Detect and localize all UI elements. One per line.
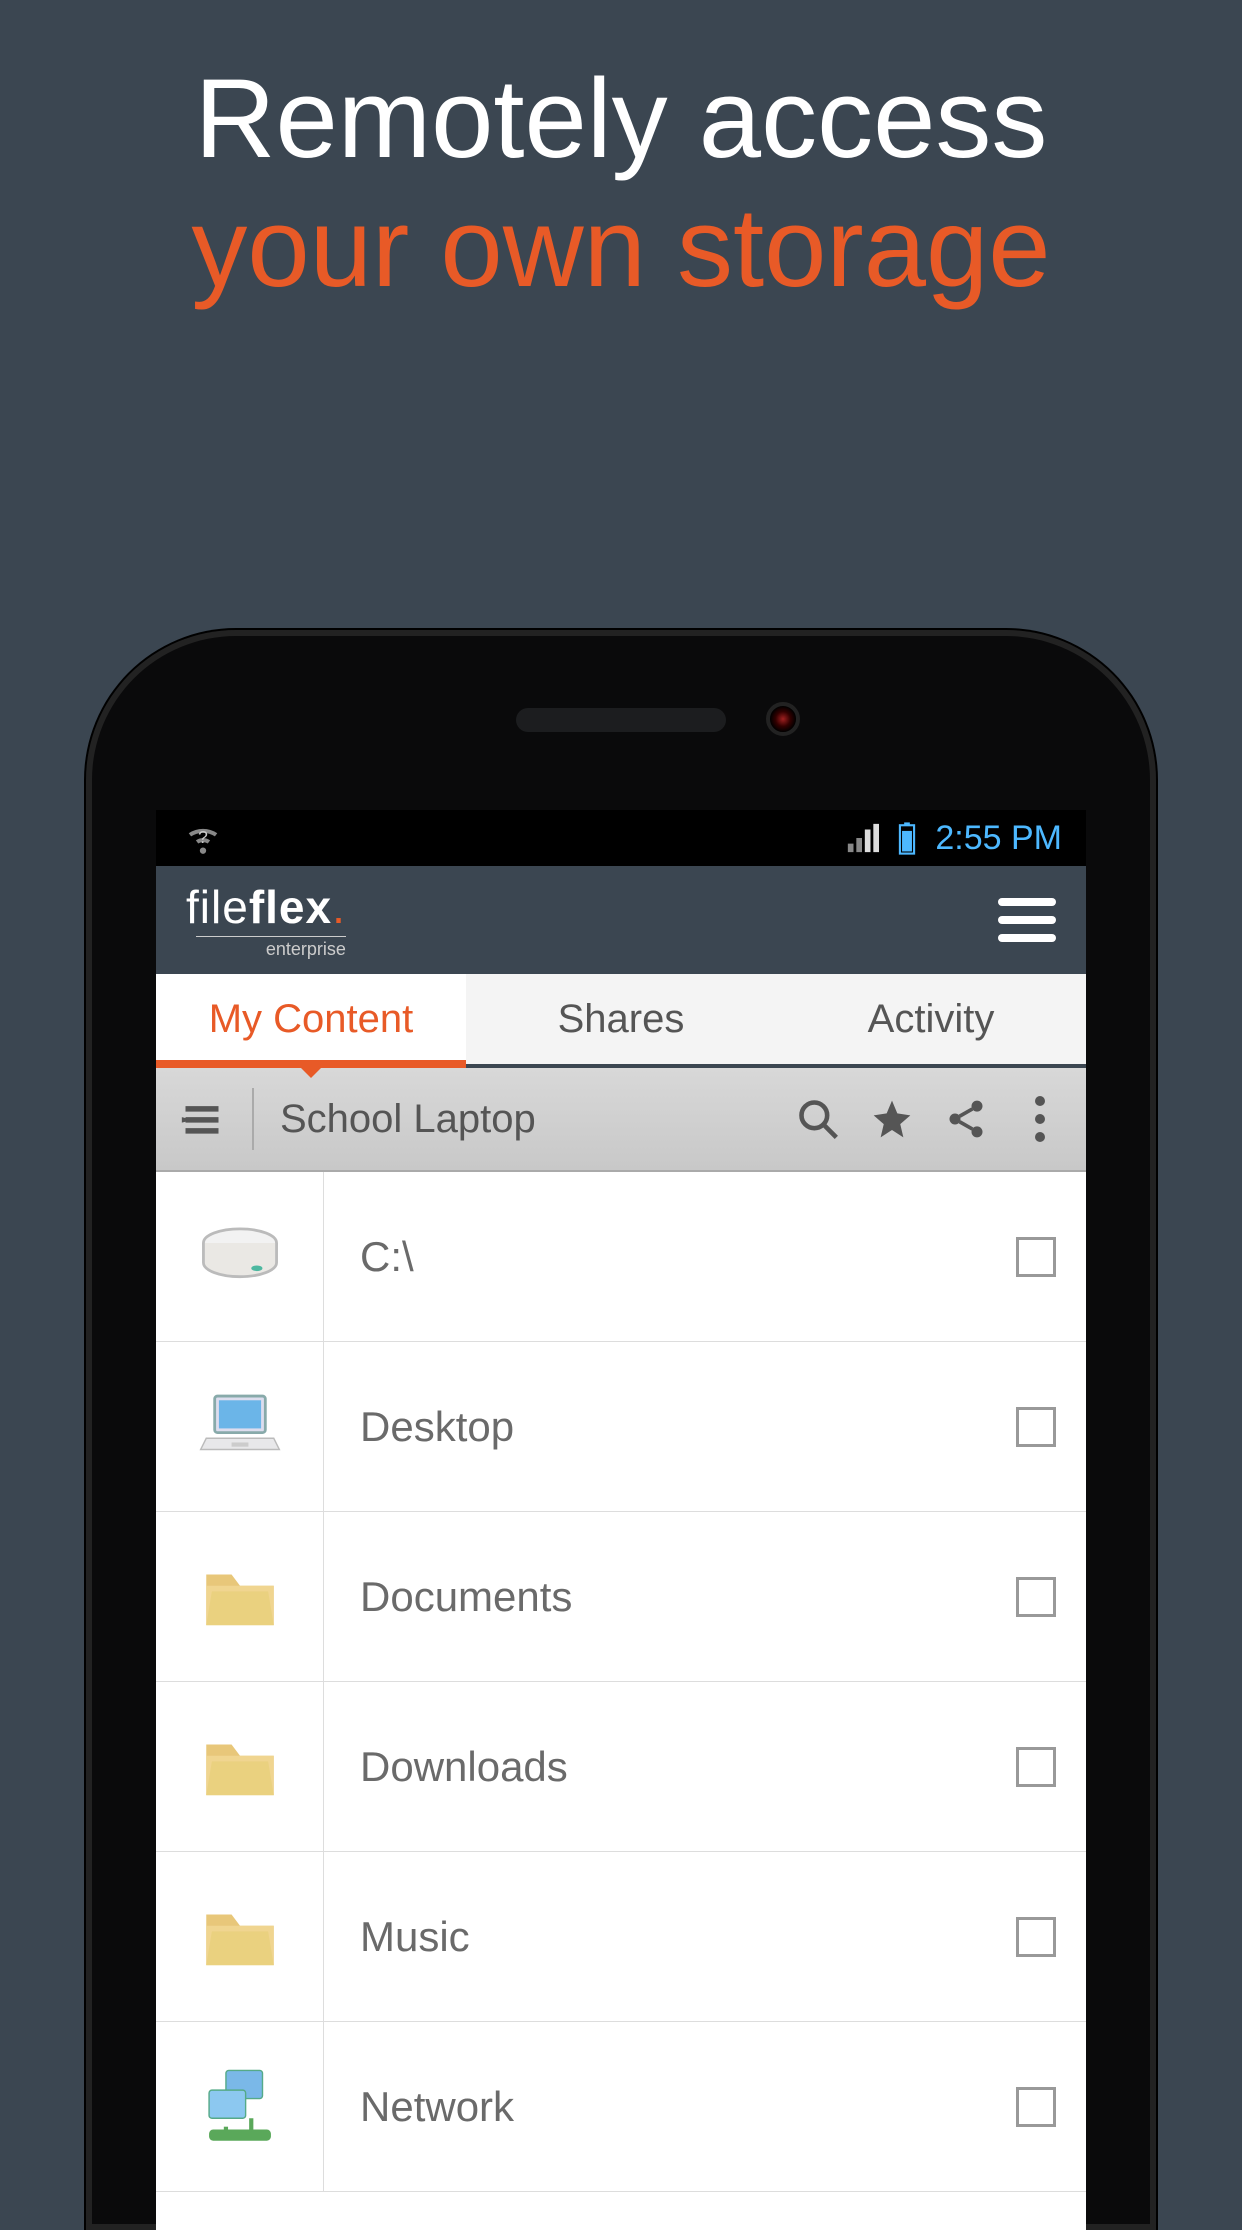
toolbar-divider (252, 1088, 254, 1150)
drive-icon (156, 1172, 324, 1341)
list-item[interactable]: Documents (156, 1512, 1086, 1682)
folder-icon (156, 1512, 324, 1681)
folder-icon (156, 1682, 324, 1851)
marketing-headline: Remotely access your own storage (0, 0, 1242, 313)
laptop-icon (156, 1342, 324, 1511)
breadcrumb-title[interactable]: School Laptop (280, 1097, 768, 1142)
list-item[interactable]: Network (156, 2022, 1086, 2192)
item-checkbox[interactable] (1016, 1917, 1056, 1957)
item-name: Music (324, 1913, 986, 1961)
search-icon[interactable] (794, 1095, 842, 1143)
list-item[interactable]: C:\ (156, 1172, 1086, 1342)
tab-bar: My Content Shares Activity (156, 974, 1086, 1068)
signal-icon (845, 821, 879, 855)
item-checkbox[interactable] (1016, 1407, 1056, 1447)
logo-subtitle: enterprise (196, 936, 346, 960)
toolbar: School Laptop (156, 1068, 1086, 1172)
headline-line2: your own storage (0, 184, 1242, 313)
status-clock: 2:55 PM (935, 819, 1062, 858)
tab-label: Shares (558, 997, 685, 1042)
svg-text:?: ? (198, 827, 208, 847)
headline-line1: Remotely access (0, 55, 1242, 184)
menu-icon[interactable] (998, 898, 1056, 942)
battery-icon (897, 821, 917, 855)
phone-earpiece (516, 708, 726, 732)
phone-frame: ? 2:55 PM fileflex. enterprise My Conten… (86, 630, 1156, 2230)
item-name: C:\ (324, 1233, 986, 1281)
tab-label: Activity (868, 997, 995, 1042)
tab-label: My Content (209, 997, 414, 1042)
item-checkbox[interactable] (1016, 2087, 1056, 2127)
more-icon[interactable] (1016, 1095, 1064, 1143)
item-checkbox[interactable] (1016, 1237, 1056, 1277)
share-icon[interactable] (942, 1095, 990, 1143)
folder-icon (156, 1852, 324, 2021)
item-name: Downloads (324, 1743, 986, 1791)
item-name: Documents (324, 1573, 986, 1621)
list-item[interactable]: Music (156, 1852, 1086, 2022)
item-name: Desktop (324, 1403, 986, 1451)
tab-my-content[interactable]: My Content (156, 974, 466, 1064)
item-name: Network (324, 2083, 986, 2131)
logo-text: fileflex. (186, 880, 346, 934)
list-item[interactable]: Desktop (156, 1342, 1086, 1512)
phone-camera (766, 702, 800, 736)
tab-activity[interactable]: Activity (776, 974, 1086, 1064)
app-header: fileflex. enterprise (156, 866, 1086, 974)
item-checkbox[interactable] (1016, 1747, 1056, 1787)
phone-screen: ? 2:55 PM fileflex. enterprise My Conten… (156, 810, 1086, 2230)
nav-list-icon[interactable] (178, 1095, 226, 1143)
item-checkbox[interactable] (1016, 1577, 1056, 1617)
file-list: C:\ Desktop Documents (156, 1172, 1086, 2192)
star-icon[interactable] (868, 1095, 916, 1143)
tab-shares[interactable]: Shares (466, 974, 776, 1064)
status-bar: ? 2:55 PM (156, 810, 1086, 866)
wifi-icon: ? (184, 819, 222, 857)
list-item[interactable]: Downloads (156, 1682, 1086, 1852)
app-logo: fileflex. enterprise (186, 880, 346, 960)
network-icon (156, 2022, 324, 2191)
